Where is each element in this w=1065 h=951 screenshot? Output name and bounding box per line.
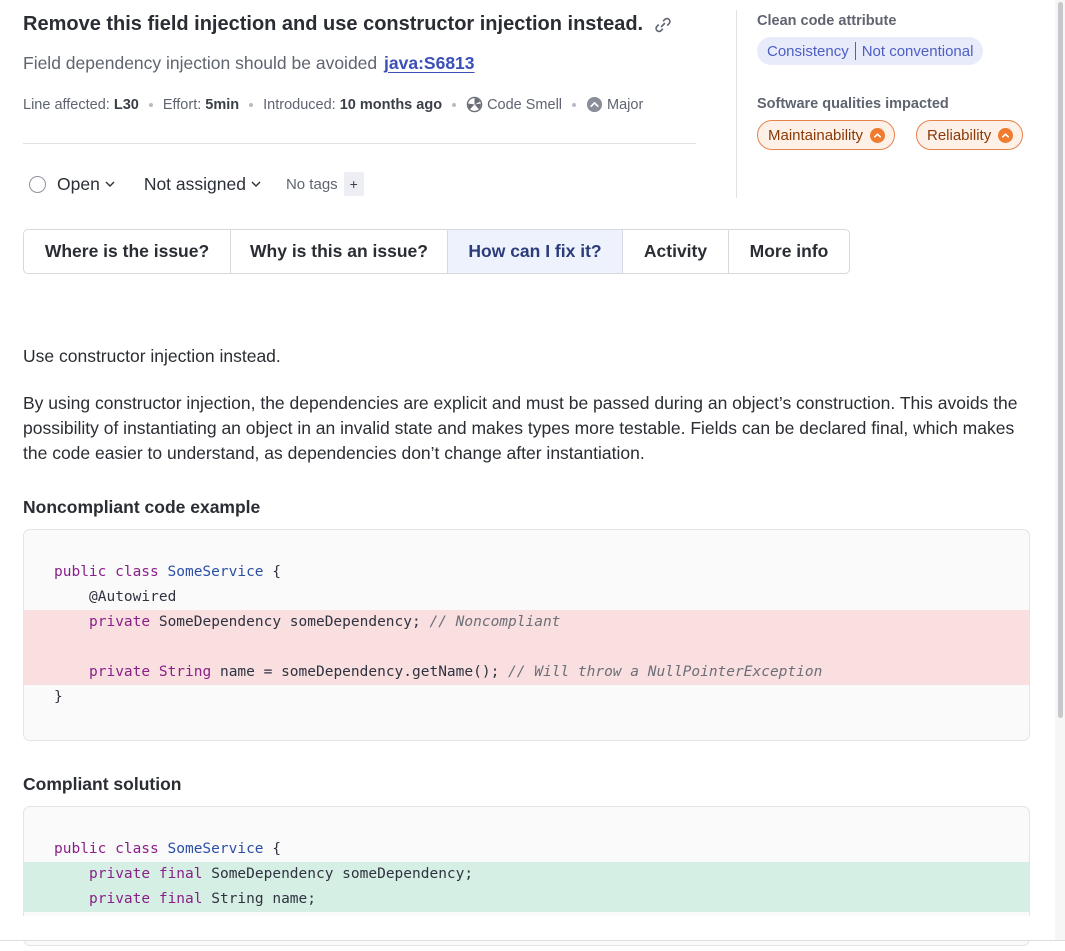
- code-line: public class SomeService {: [24, 837, 1029, 862]
- effort-label: Effort:: [162, 96, 202, 113]
- code-text: String name;: [202, 891, 316, 907]
- side-panel-divider: [736, 10, 737, 198]
- code-text: name = someDependency.getName();: [211, 664, 509, 680]
- line-affected-value: L30: [113, 96, 139, 113]
- code-line-highlight-added: private final SomeDependency someDepende…: [24, 862, 1029, 887]
- content-clip: [0, 916, 1065, 940]
- clean-code-attribute-label: Clean code attribute: [757, 13, 897, 29]
- tab-where-is-the-issue[interactable]: Where is the issue?: [24, 230, 231, 273]
- issue-tabs: Where is the issue? Why is this an issue…: [23, 229, 850, 274]
- code-type: SomeService: [167, 841, 264, 857]
- code-type: SomeService: [167, 564, 264, 580]
- scrollbar-thumb[interactable]: [1058, 2, 1063, 718]
- meta-separator: [148, 102, 153, 107]
- code-line: }: [24, 685, 1029, 710]
- effort-value: 5min: [205, 96, 240, 113]
- code-line-highlight-removed: private String name = someDependency.get…: [24, 660, 1029, 685]
- rule-key-link[interactable]: java:S6813: [384, 53, 475, 73]
- code-line: @Autowired: [24, 585, 1029, 610]
- code-line-highlight-removed: [24, 635, 1029, 660]
- meta-separator: [452, 102, 457, 107]
- code-keyword: private: [89, 664, 151, 680]
- meta-separator: [249, 102, 254, 107]
- code-text: }: [54, 689, 63, 705]
- code-type: String: [158, 664, 212, 680]
- quality-label: Maintainability: [768, 126, 864, 144]
- rule-description-text: Field dependency injection should be avo…: [23, 53, 378, 73]
- header-divider: [23, 143, 696, 144]
- noncompliant-code-block: public class SomeService { @Autowired pr…: [23, 529, 1030, 741]
- tab-how-can-i-fix-it[interactable]: How can I fix it?: [448, 230, 623, 273]
- meta-separator: [572, 102, 577, 107]
- bottom-divider: [0, 940, 1065, 941]
- open-status-icon: [29, 175, 46, 193]
- code-text: SomeDependency someDependency;: [150, 614, 430, 630]
- assignee-value: Not assigned: [143, 173, 246, 194]
- code-text: {: [263, 564, 281, 580]
- code-smell-icon: [466, 96, 483, 113]
- severity-label: Major: [607, 96, 644, 113]
- chevron-down-icon: [105, 181, 115, 187]
- quality-label: Reliability: [927, 126, 992, 144]
- compliant-heading: Compliant solution: [23, 774, 182, 794]
- quality-badge-maintainability[interactable]: Maintainability: [757, 120, 896, 150]
- impact-up-icon: [870, 127, 886, 143]
- add-tag-button[interactable]: +: [343, 172, 364, 196]
- chevron-down-icon: [251, 181, 261, 187]
- rule-description: Field dependency injection should be avo…: [23, 53, 475, 74]
- clean-code-attribute-badge[interactable]: Consistency Not conventional: [757, 37, 984, 65]
- attribute-separator: [854, 42, 856, 60]
- code-comment: // Will throw a NullPointerException: [508, 664, 823, 680]
- noncompliant-heading: Noncompliant code example: [23, 497, 261, 517]
- introduced-label: Introduced:: [263, 96, 336, 113]
- introduced-value: 10 months ago: [339, 96, 443, 113]
- code-keyword: public class: [54, 564, 159, 580]
- issue-status-row: Open Not assigned No tags +: [29, 172, 364, 196]
- severity-major-icon: [586, 96, 603, 113]
- fix-explanation: By using constructor injection, the depe…: [23, 393, 1018, 463]
- tab-more-info[interactable]: More info: [729, 230, 849, 273]
- code-comment: // Noncompliant: [429, 614, 561, 630]
- software-qualities-label: Software qualities impacted: [757, 96, 949, 112]
- permalink-icon[interactable]: [653, 15, 673, 35]
- code-text: SomeDependency someDependency;: [202, 866, 474, 882]
- assignee-dropdown[interactable]: Not assigned: [144, 174, 262, 195]
- code-keyword: private final: [89, 891, 203, 907]
- tab-why-is-this-an-issue[interactable]: Why is this an issue?: [231, 230, 448, 273]
- impact-up-icon: [998, 127, 1014, 143]
- code-keyword: public class: [54, 841, 159, 857]
- status-dropdown[interactable]: Open: [29, 174, 116, 195]
- attribute-detail: Not conventional: [861, 42, 974, 60]
- code-text: {: [263, 841, 281, 857]
- issue-type: Code Smell: [487, 96, 563, 113]
- line-affected-label: Line affected:: [23, 96, 110, 113]
- code-keyword: private final: [89, 866, 203, 882]
- scrollbar-track[interactable]: [1055, 0, 1065, 940]
- code-annotation: @Autowired: [89, 589, 177, 605]
- attribute-category: Consistency: [767, 42, 849, 60]
- tags-label: No tags: [285, 175, 338, 193]
- issue-title-text: Remove this field injection and use cons…: [23, 13, 644, 35]
- code-keyword: private: [89, 614, 151, 630]
- code-line-highlight-removed: private SomeDependency someDependency; /…: [24, 610, 1029, 635]
- code-line: public class SomeService {: [24, 560, 1029, 585]
- code-line-highlight-added: private final String name;: [24, 887, 1029, 912]
- tab-activity[interactable]: Activity: [623, 230, 729, 273]
- issue-meta: Line affected: L30 Effort: 5min Introduc…: [23, 96, 643, 113]
- quality-badge-reliability[interactable]: Reliability: [916, 120, 1024, 150]
- fix-intro: Use constructor injection instead.: [23, 346, 281, 366]
- issue-title: Remove this field injection and use cons…: [23, 13, 673, 36]
- status-value: Open: [57, 173, 100, 194]
